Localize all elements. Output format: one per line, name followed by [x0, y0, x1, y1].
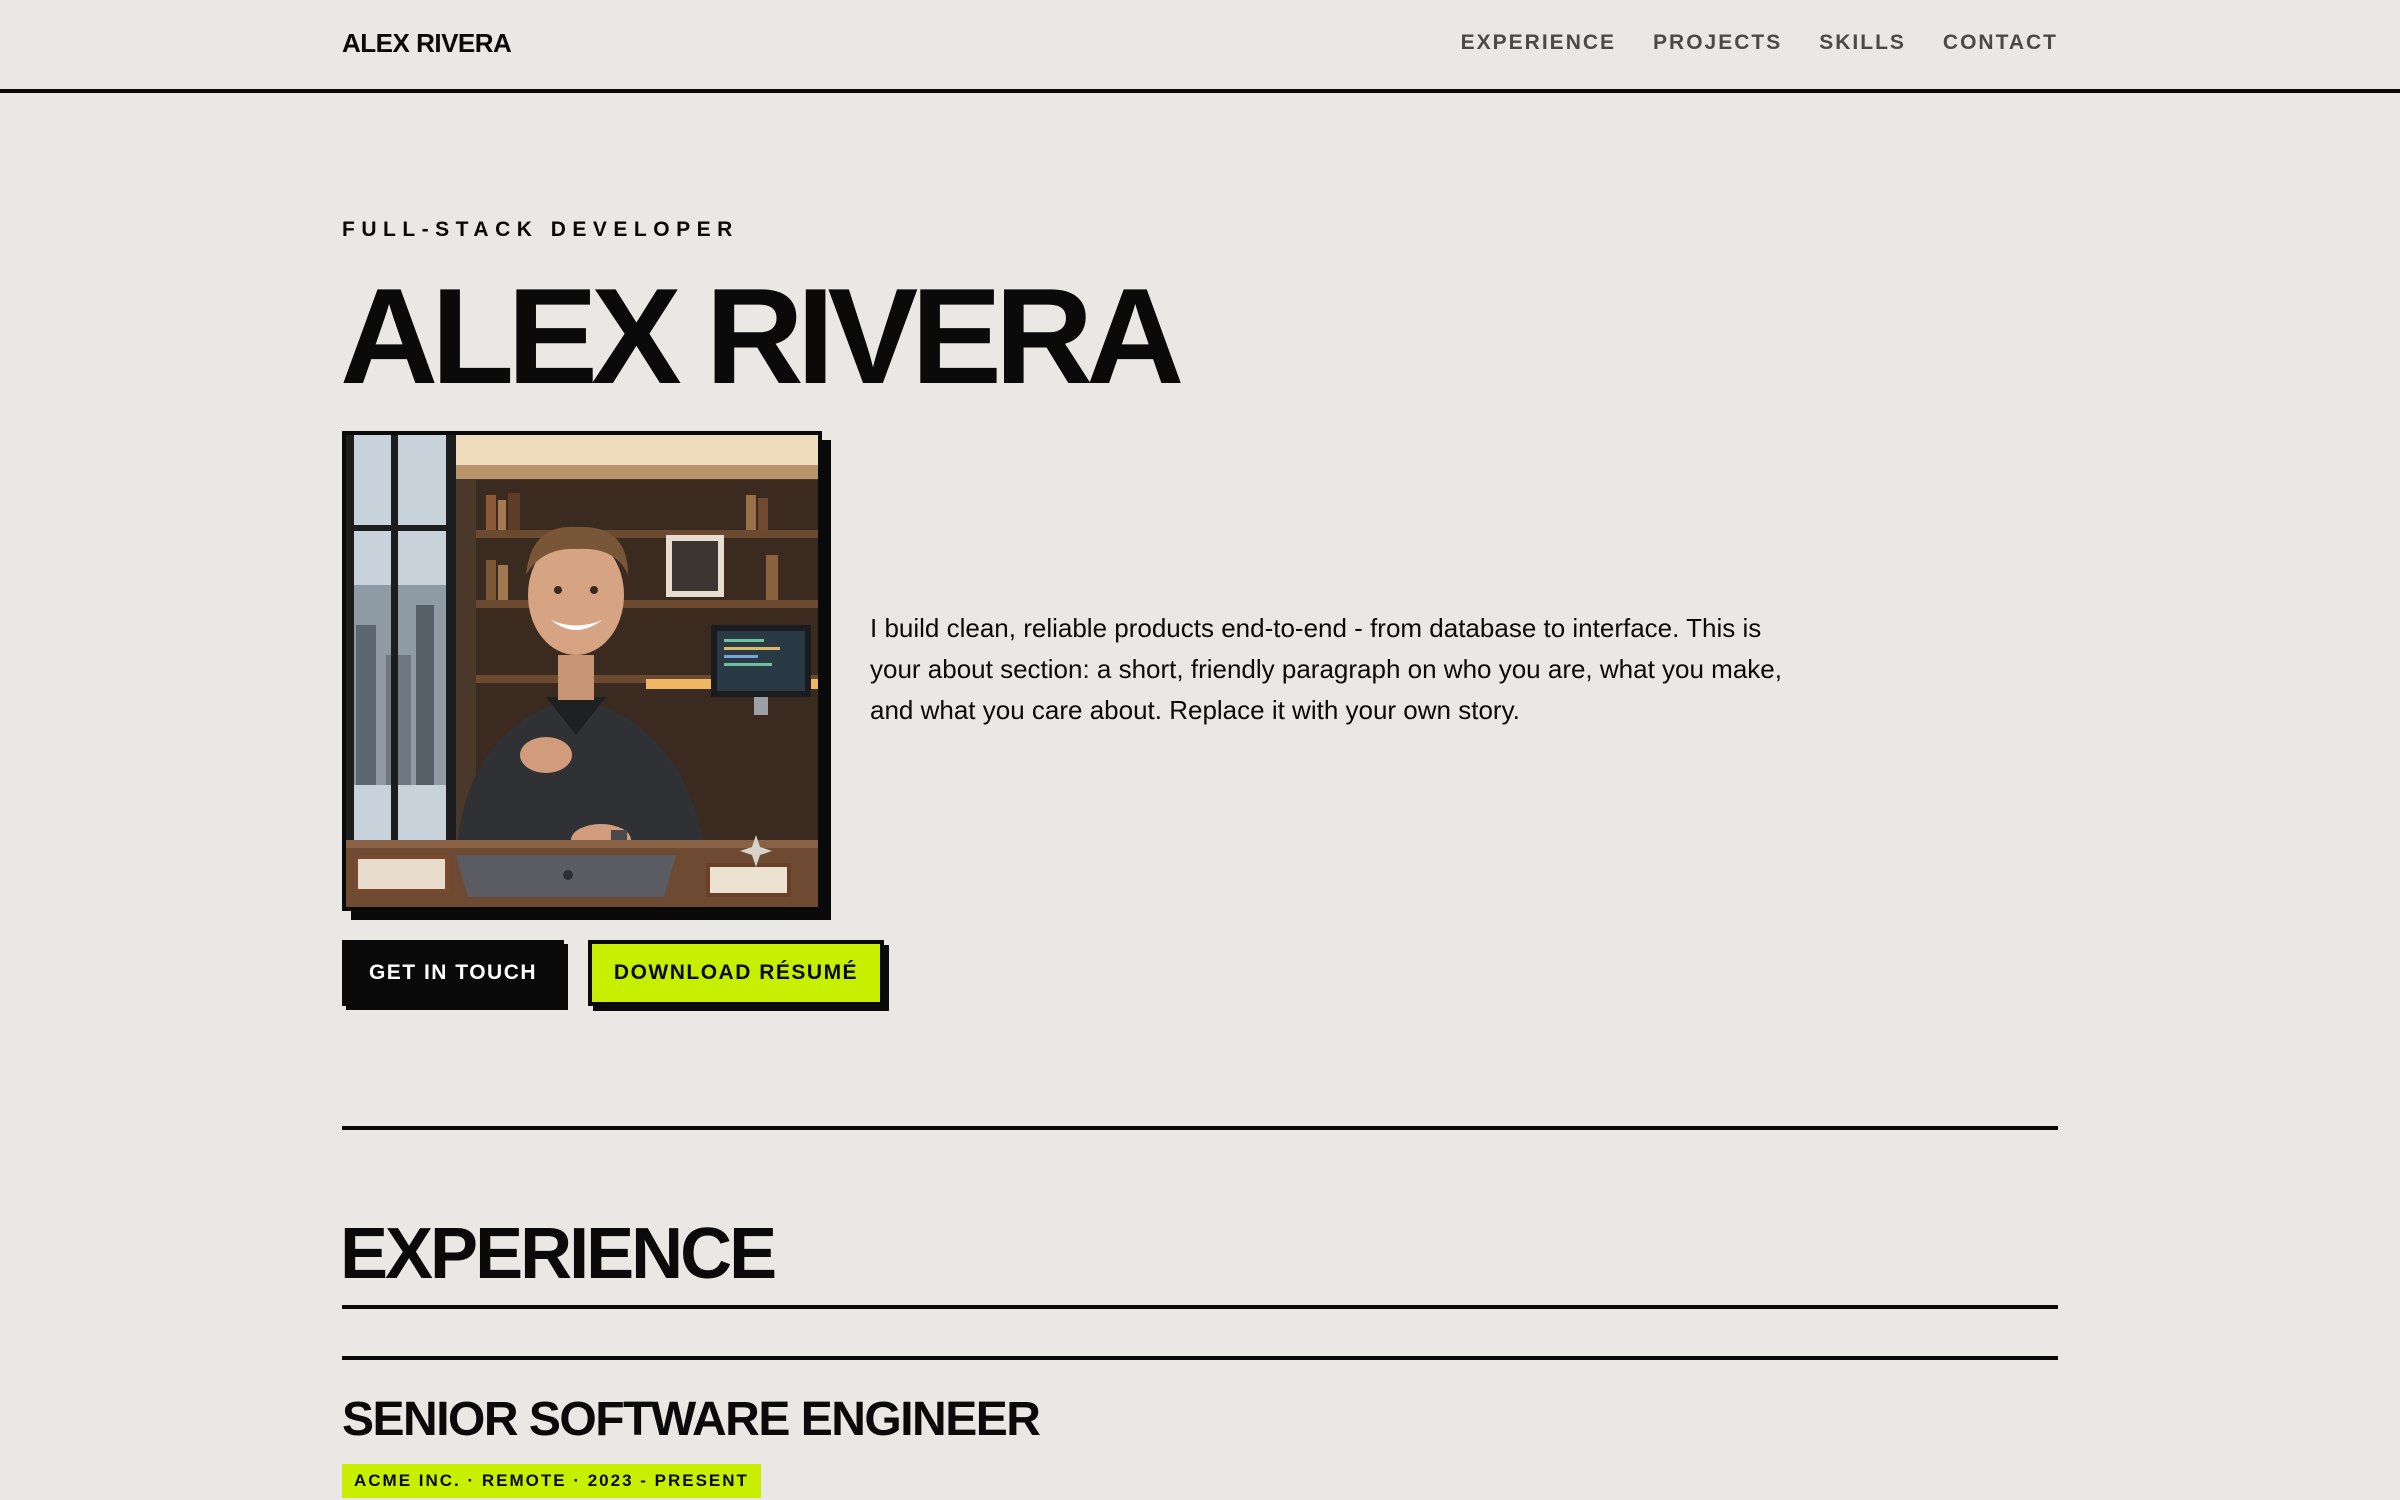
- profile-photo: [342, 431, 822, 911]
- role-eyebrow: FULL-STACK DEVELOPER: [342, 218, 739, 241]
- nav-link-experience[interactable]: EXPERIENCE: [1461, 31, 1616, 55]
- profile-photo-illustration: [346, 435, 818, 907]
- job-title: SENIOR SOFTWARE ENGINEER: [342, 1393, 1041, 1446]
- experience-heading-underline: [342, 1305, 2058, 1309]
- nav-link-projects[interactable]: PROJECTS: [1653, 31, 1782, 55]
- job-divider: [342, 1356, 2058, 1360]
- hero-name-heading: ALEX RIVERA: [340, 260, 1184, 412]
- experience-heading: EXPERIENCE: [340, 1214, 777, 1294]
- get-in-touch-button[interactable]: GET IN TOUCH: [342, 940, 564, 1006]
- nav-link-contact[interactable]: CONTACT: [1943, 31, 2058, 55]
- brand-logo-text[interactable]: ALEX RIVERA: [342, 28, 512, 59]
- section-divider: [342, 1126, 2058, 1130]
- portfolio-page: ALEX RIVERA EXPERIENCE PROJECTS SKILLS C…: [0, 0, 2400, 1500]
- nav-link-skills[interactable]: SKILLS: [1819, 31, 1906, 55]
- job-meta-badge: ACME INC. · REMOTE · 2023 - PRESENT: [342, 1464, 761, 1498]
- top-nav-bar: ALEX RIVERA EXPERIENCE PROJECTS SKILLS C…: [0, 0, 2400, 93]
- about-paragraph: I build clean, reliable products end-to-…: [870, 613, 1782, 725]
- main-nav: EXPERIENCE PROJECTS SKILLS CONTACT: [1461, 31, 2058, 55]
- download-resume-button[interactable]: DOWNLOAD RÉSUMÉ: [588, 940, 884, 1006]
